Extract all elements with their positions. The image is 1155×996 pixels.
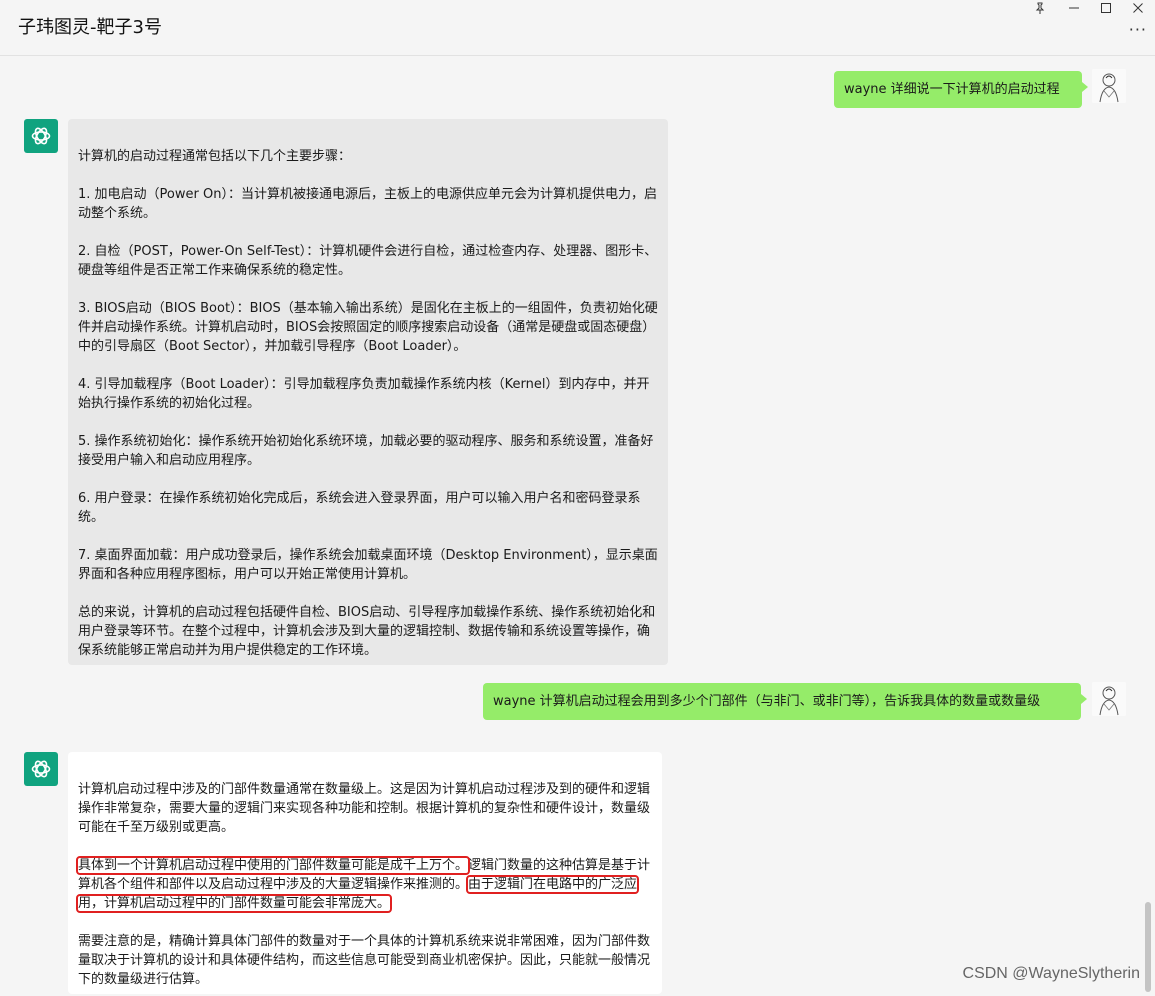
user-avatar[interactable] xyxy=(1092,682,1126,716)
close-icon[interactable] xyxy=(1122,0,1154,16)
message-paragraph: 4. 引导加载程序（Boot Loader）：引导加载程序负责加载操作系统内核（… xyxy=(78,377,650,411)
user-message: wayne 详细说一下计算机的启动过程 xyxy=(834,71,1088,108)
minimize-icon[interactable] xyxy=(1058,0,1090,16)
message-paragraph: 需要注意的是，精确计算具体门部件的数量对于一个具体的计算机系统来说非常困难，因为… xyxy=(78,934,651,987)
message-paragraph: 计算机启动过程中涉及的门部件数量通常在数量级上。这是因为计算机启动过程涉及到的硬… xyxy=(78,782,651,835)
chat-area[interactable]: wayne 详细说一下计算机的启动过程 计算机的启动过程通常包括以下几个主要步骤… xyxy=(0,57,1155,996)
message-paragraph: 3. BIOS启动（BIOS Boot）：BIOS（基本输入输出系统）是固化在主… xyxy=(78,301,658,354)
user-avatar[interactable] xyxy=(1092,69,1126,103)
pin-icon[interactable] xyxy=(1024,0,1056,16)
message-paragraph: 2. 自检（POST，Power-On Self-Test）：计算机硬件会进行自… xyxy=(78,244,658,278)
assistant-avatar xyxy=(24,119,58,153)
openai-logo-icon xyxy=(31,127,51,145)
message-paragraph: 7. 桌面界面加载：用户成功登录后，操作系统会加载桌面环境（Desktop En… xyxy=(78,548,658,582)
user-message-text: wayne 详细说一下计算机的启动过程 xyxy=(844,82,1060,97)
title-bar: 子玮图灵-靶子3号 ··· xyxy=(0,0,1155,56)
assistant-avatar xyxy=(24,752,58,786)
scrollbar-thumb[interactable] xyxy=(1145,902,1151,992)
message-paragraph: 1. 加电启动（Power On）：当计算机被接通电源后，主板上的电源供应单元会… xyxy=(78,187,657,221)
watermark: CSDN @WayneSlytherin xyxy=(962,965,1140,982)
user-message-text: wayne 计算机启动过程会用到多少个门部件（与非门、或非门等），告诉我具体的数… xyxy=(493,694,1041,709)
message-paragraph: 5. 操作系统初始化：操作系统开始初始化系统环境，加载必要的驱动程序、服务和系统… xyxy=(78,434,654,468)
message-paragraph: 总的来说，计算机的启动过程包括硬件自检、BIOS启动、引导程序加载操作系统、操作… xyxy=(78,605,656,658)
maximize-icon[interactable] xyxy=(1090,0,1122,16)
assistant-message: 计算机的启动过程通常包括以下几个主要步骤： 1. 加电启动（Power On）：… xyxy=(68,119,668,665)
assistant-message: 计算机启动过程中涉及的门部件数量通常在数量级上。这是因为计算机启动过程涉及到的硬… xyxy=(68,752,662,994)
window-title: 子玮图灵-靶子3号 xyxy=(18,17,162,38)
highlighted-text: 具体到一个计算机启动过程中使用的门部件数量可能是成千上万个。 xyxy=(75,856,471,875)
openai-logo-icon xyxy=(31,760,51,778)
user-message: wayne 计算机启动过程会用到多少个门部件（与非门、或非门等），告诉我具体的数… xyxy=(483,683,1087,720)
message-paragraph: 具体到一个计算机启动过程中使用的门部件数量可能是成千上万个。逻辑门数量的这种估算… xyxy=(75,856,652,913)
message-paragraph: 计算机的启动过程通常包括以下几个主要步骤： xyxy=(78,149,352,164)
message-paragraph: 6. 用户登录：在操作系统初始化完成后，系统会进入登录界面，用户可以输入用户名和… xyxy=(78,491,641,525)
more-options-button[interactable]: ··· xyxy=(1129,20,1147,39)
